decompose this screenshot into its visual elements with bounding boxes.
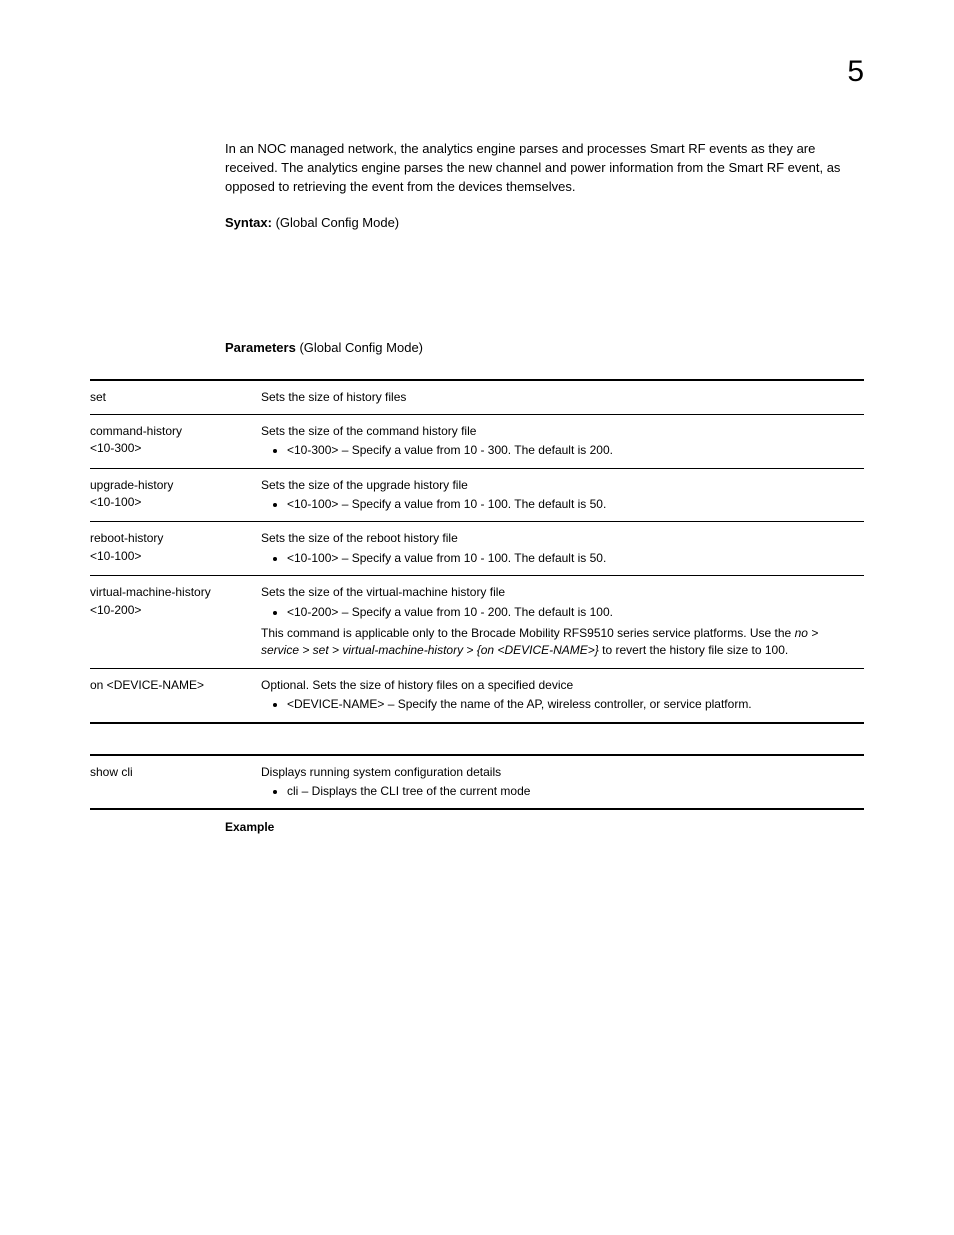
example-heading: Example [225, 820, 864, 834]
param-desc-text: Sets the size of the virtual-machine his… [261, 585, 505, 599]
list-item: cli – Displays the CLI tree of the curre… [287, 783, 858, 800]
parameters-line: Parameters (Global Config Mode) [225, 340, 864, 355]
param-name: command-history <10-300> [90, 414, 261, 468]
intro-block: In an NOC managed network, the analytics… [225, 140, 864, 355]
table-row: command-history <10-300> Sets the size o… [90, 414, 864, 468]
bullet-list: <10-100> – Specify a value from 10 - 100… [261, 550, 858, 567]
param-range: <10-300> [90, 441, 141, 455]
param-range: <10-100> [90, 495, 141, 509]
param-note: This command is applicable only to the B… [261, 625, 858, 660]
param-name: upgrade-history <10-100> [90, 468, 261, 522]
param-desc: Sets the size of the upgrade history fil… [261, 468, 864, 522]
param-name-text: virtual-machine-history [90, 585, 211, 599]
param-desc: Sets the size of history files [261, 380, 864, 415]
parameters-table-1: set Sets the size of history files comma… [90, 379, 864, 724]
param-name: on <DEVICE-NAME> [90, 668, 261, 722]
list-item: <10-100> – Specify a value from 10 - 100… [287, 496, 858, 513]
param-name-text: command-history [90, 424, 182, 438]
page-container: 5 In an NOC managed network, the analyti… [0, 0, 954, 894]
intro-paragraph: In an NOC managed network, the analytics… [225, 140, 864, 197]
param-name: reboot-history <10-100> [90, 522, 261, 576]
bullet-list: <DEVICE-NAME> – Specify the name of the … [261, 696, 858, 713]
table-row: set Sets the size of history files [90, 380, 864, 415]
bullet-list: cli – Displays the CLI tree of the curre… [261, 783, 858, 800]
chapter-number: 5 [847, 55, 864, 89]
table-row: virtual-machine-history <10-200> Sets th… [90, 576, 864, 669]
table-row: upgrade-history <10-100> Sets the size o… [90, 468, 864, 522]
param-desc-text: Sets the size of the upgrade history fil… [261, 478, 468, 492]
table-row: reboot-history <10-100> Sets the size of… [90, 522, 864, 576]
param-desc: Sets the size of the virtual-machine his… [261, 576, 864, 669]
bullet-list: <10-300> – Specify a value from 10 - 300… [261, 442, 858, 459]
syntax-value: (Global Config Mode) [272, 215, 399, 230]
param-name-text: reboot-history [90, 531, 163, 545]
param-desc: Optional. Sets the size of history files… [261, 668, 864, 722]
param-desc-text: Optional. Sets the size of history files… [261, 678, 573, 692]
list-item: <DEVICE-NAME> – Specify the name of the … [287, 696, 858, 713]
param-desc-text: Displays running system configuration de… [261, 765, 501, 779]
syntax-line: Syntax: (Global Config Mode) [225, 215, 864, 230]
parameters-table-2: show cli Displays running system configu… [90, 754, 864, 811]
table-row: on <DEVICE-NAME> Optional. Sets the size… [90, 668, 864, 722]
param-name-text: upgrade-history [90, 478, 173, 492]
parameters-label: Parameters [225, 340, 296, 355]
bullet-list: <10-200> – Specify a value from 10 - 200… [261, 604, 858, 621]
parameters-suffix: (Global Config Mode) [296, 340, 423, 355]
param-desc-text: Sets the size of the reboot history file [261, 531, 458, 545]
note-pre: This command is applicable only to the B… [261, 626, 795, 640]
note-post: to revert the history file size to 100. [599, 643, 788, 657]
syntax-label: Syntax: [225, 215, 272, 230]
param-desc: Sets the size of the reboot history file… [261, 522, 864, 576]
param-range: <10-200> [90, 603, 141, 617]
param-name: set [90, 380, 261, 415]
list-item: <10-100> – Specify a value from 10 - 100… [287, 550, 858, 567]
param-desc-text: Sets the size of the command history fil… [261, 424, 476, 438]
list-item: <10-300> – Specify a value from 10 - 300… [287, 442, 858, 459]
param-range: <10-100> [90, 549, 141, 563]
list-item: <10-200> – Specify a value from 10 - 200… [287, 604, 858, 621]
param-name: show cli [90, 755, 261, 810]
param-name: virtual-machine-history <10-200> [90, 576, 261, 669]
param-desc: Sets the size of the command history fil… [261, 414, 864, 468]
param-desc: Displays running system configuration de… [261, 755, 864, 810]
bullet-list: <10-100> – Specify a value from 10 - 100… [261, 496, 858, 513]
table-row: show cli Displays running system configu… [90, 755, 864, 810]
